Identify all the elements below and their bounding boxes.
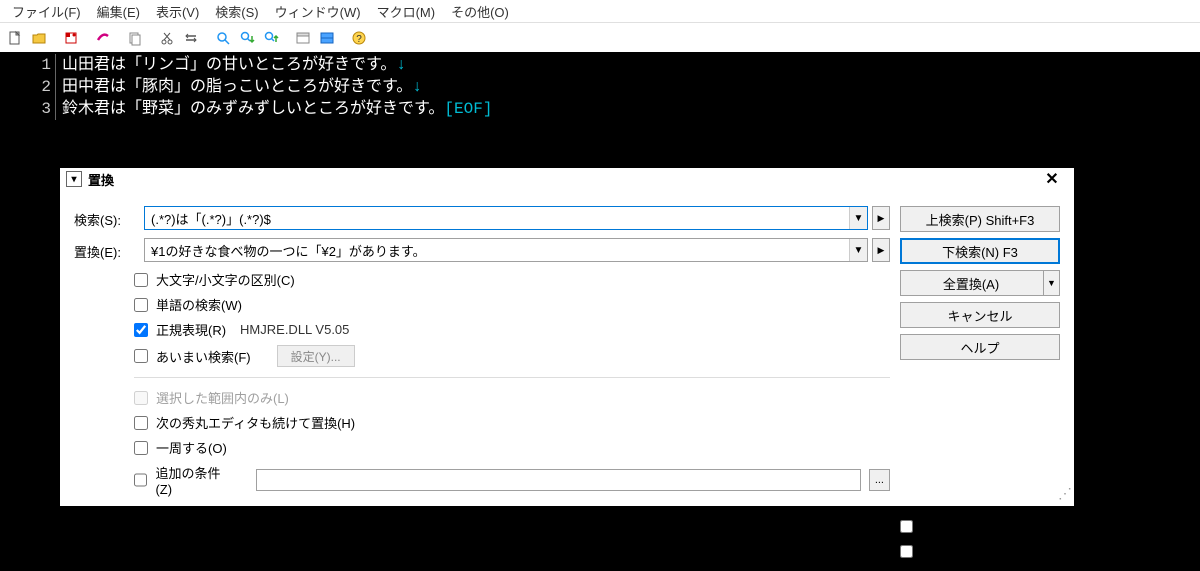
menu-view[interactable]: 表示(V): [148, 0, 207, 23]
dialog-title: 置換: [88, 170, 114, 189]
line-number: 2: [0, 76, 56, 98]
cut-icon[interactable]: [156, 27, 178, 49]
search-input[interactable]: [145, 207, 849, 229]
replace-label: 置換(E):: [74, 238, 134, 261]
eof-marker: [EOF]: [444, 100, 492, 118]
fuzzy-settings-button: 設定(Y)...: [277, 345, 355, 367]
eol-marker: ↓: [396, 56, 406, 74]
confirm-checkbox[interactable]: [900, 545, 913, 558]
regex-checkbox[interactable]: [134, 323, 148, 337]
search-history-button[interactable]: ▶: [872, 206, 890, 230]
regex-label: 正規表現(R): [156, 320, 226, 339]
replace-dialog: ▾ 置換 ✕ 検索(S): ▼ ▶ 上検索(P) Shift+F3 下検索(N)…: [60, 168, 1074, 506]
word-checkbox[interactable]: [134, 298, 148, 312]
wrap-checkbox[interactable]: [134, 441, 148, 455]
fuzzy-checkbox[interactable]: [134, 349, 148, 363]
menu-edit[interactable]: 編集(E): [89, 0, 148, 23]
additional-label: 追加の条件(Z): [155, 463, 233, 497]
system-menu-icon[interactable]: ▾: [66, 171, 82, 187]
additional-checkbox[interactable]: [134, 473, 147, 487]
search-down-icon[interactable]: [236, 27, 258, 49]
line-text: 田中君は「豚肉」の脂っこいところが好きです。: [62, 78, 412, 96]
search-down-button[interactable]: 下検索(N) F3: [900, 238, 1060, 264]
word-label: 単語の検索(W): [156, 295, 242, 314]
regex-dll-label: HMJRE.DLL V5.05: [240, 322, 349, 337]
menu-search[interactable]: 検索(S): [207, 0, 266, 23]
toolbar: ?: [0, 22, 1200, 52]
paste-icon[interactable]: [180, 27, 202, 49]
replace-all-button[interactable]: 全置換(A)▼: [900, 270, 1060, 296]
split-icon[interactable]: [316, 27, 338, 49]
wrap-label: 一周する(O): [156, 438, 227, 457]
replace-input[interactable]: [145, 239, 849, 261]
text-editor[interactable]: 1 山田君は「リンゴ」の甘いところが好きです。↓ 2 田中君は「豚肉」の脂っこい…: [0, 52, 1200, 120]
zoom-icon[interactable]: [212, 27, 234, 49]
next-editor-checkbox[interactable]: [134, 416, 148, 430]
save-icon[interactable]: [60, 27, 82, 49]
case-label: 大文字/小文字の区別(C): [156, 270, 295, 289]
editor-line: 1 山田君は「リンゴ」の甘いところが好きです。↓: [0, 54, 1200, 76]
dialog-titlebar[interactable]: ▾ 置換 ✕: [60, 168, 1074, 190]
chevron-down-icon[interactable]: ▼: [1043, 271, 1059, 295]
new-file-icon[interactable]: [4, 27, 26, 49]
line-number: 3: [0, 98, 56, 120]
line-text: 山田君は「リンゴ」の甘いところが好きです。: [62, 56, 396, 74]
menu-window[interactable]: ウィンドウ(W): [267, 0, 369, 23]
selection-label: 選択した範囲内のみ(L): [156, 388, 289, 407]
menu-macro[interactable]: マクロ(M): [369, 0, 444, 23]
menu-file[interactable]: ファイル(F): [4, 0, 89, 23]
line-number: 1: [0, 54, 56, 76]
chevron-down-icon[interactable]: ▼: [849, 207, 867, 229]
selection-checkbox: [134, 391, 148, 405]
highlight-label: 検索文字列を強調(I): [919, 517, 1035, 536]
additional-condition-button[interactable]: ...: [869, 469, 890, 491]
chevron-down-icon[interactable]: ▼: [849, 239, 867, 261]
fuzzy-label: あいまい検索(F): [156, 347, 251, 366]
resize-grip-icon[interactable]: ⋰: [1058, 490, 1072, 504]
search-up-button[interactable]: 上検索(P) Shift+F3: [900, 206, 1060, 232]
cancel-button[interactable]: キャンセル: [900, 302, 1060, 328]
menu-bar: ファイル(F) 編集(E) 表示(V) 検索(S) ウィンドウ(W) マクロ(M…: [0, 0, 1200, 22]
help-icon[interactable]: ?: [348, 27, 370, 49]
additional-condition-input[interactable]: [256, 469, 861, 491]
confirm-label: 置換の前に確認(K): [919, 542, 1027, 561]
help-button[interactable]: ヘルプ: [900, 334, 1060, 360]
line-text: 鈴木君は「野菜」のみずみずしいところが好きです。: [62, 100, 444, 118]
window-icon[interactable]: [292, 27, 314, 49]
eol-marker: ↓: [412, 78, 422, 96]
close-icon[interactable]: ✕: [1036, 168, 1068, 190]
svg-text:?: ?: [356, 34, 362, 45]
editor-line: 3 鈴木君は「野菜」のみずみずしいところが好きです。[EOF]: [0, 98, 1200, 120]
open-file-icon[interactable]: [28, 27, 50, 49]
replace-history-button[interactable]: ▶: [872, 238, 890, 262]
menu-other[interactable]: その他(O): [443, 0, 517, 23]
case-checkbox[interactable]: [134, 273, 148, 287]
marker-icon[interactable]: [92, 27, 114, 49]
search-up-icon[interactable]: [260, 27, 282, 49]
replace-combo[interactable]: ▼: [144, 238, 868, 262]
search-combo[interactable]: ▼: [144, 206, 868, 230]
next-editor-label: 次の秀丸エディタも続けて置換(H): [156, 413, 355, 432]
editor-line: 2 田中君は「豚肉」の脂っこいところが好きです。↓: [0, 76, 1200, 98]
copy-icon[interactable]: [124, 27, 146, 49]
search-label: 検索(S):: [74, 206, 134, 229]
separator: [134, 377, 890, 378]
